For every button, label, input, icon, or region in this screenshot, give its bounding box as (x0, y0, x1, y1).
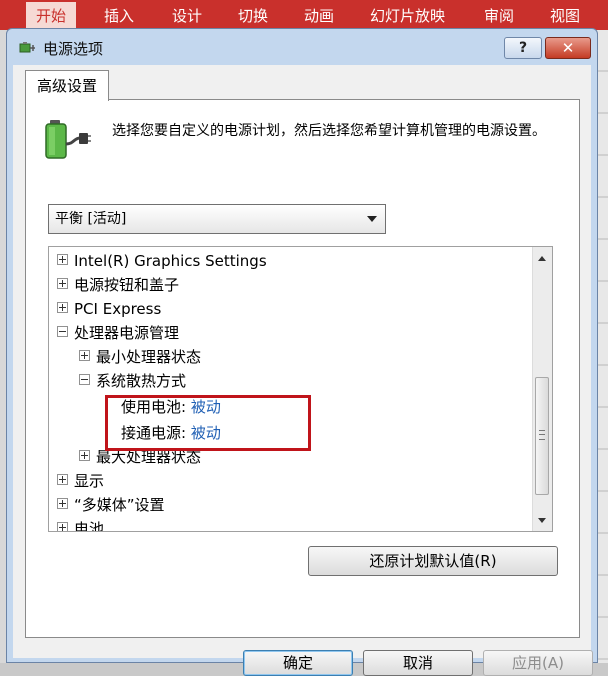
dialog-title: 电源选项 (43, 40, 104, 58)
grip-icon (539, 430, 545, 440)
dialog-body: 高级设置 选择您要自定义的电源计划，然后选择您希望计算机管理的电源设置。 平衡 … (13, 65, 593, 676)
expand-icon[interactable] (57, 522, 68, 531)
tree-item-battery[interactable]: 电池 (57, 517, 104, 531)
ribbon-tab-transitions[interactable]: 切换 (238, 5, 268, 26)
tree-item-graphics[interactable]: Intel(R) Graphics Settings (57, 249, 267, 273)
collapse-icon[interactable] (57, 326, 68, 337)
scroll-down-icon[interactable] (538, 518, 546, 523)
expand-icon[interactable] (57, 254, 68, 265)
tree-item-cooling-policy[interactable]: 系统散热方式 (79, 369, 186, 393)
help-button[interactable]: ? (504, 37, 542, 59)
title-bar[interactable]: 电源选项 ? ✕ (7, 29, 597, 65)
apply-button[interactable]: 应用(A) (483, 650, 593, 676)
tree-item-display[interactable]: 显示 (57, 469, 104, 493)
collapse-icon[interactable] (79, 374, 90, 385)
tree-scrollbar[interactable] (532, 247, 552, 531)
ribbon-tab-slideshow[interactable]: 幻灯片放映 (370, 5, 445, 26)
close-icon: ✕ (561, 39, 575, 57)
ribbon-tab-animations[interactable]: 动画 (304, 5, 334, 26)
chevron-down-icon (367, 216, 377, 222)
power-plan-value: 平衡 [活动] (55, 211, 127, 227)
tree-item-power-buttons[interactable]: 电源按钮和盖子 (57, 273, 179, 297)
ribbon-tab-design[interactable]: 设计 (172, 5, 202, 26)
description-text: 选择您要自定义的电源计划，然后选择您希望计算机管理的电源设置。 (112, 123, 546, 139)
ribbon-bar: 开始 插入 设计 切换 动画 幻灯片放映 审阅 视图 (0, 0, 608, 30)
scroll-up-icon[interactable] (538, 256, 546, 261)
power-settings-tree[interactable]: Intel(R) Graphics Settings 电源按钮和盖子 PCI E… (48, 246, 553, 532)
close-button[interactable]: ✕ (545, 37, 591, 59)
expand-icon[interactable] (57, 302, 68, 313)
ribbon-tab-view[interactable]: 视图 (550, 5, 580, 26)
restore-defaults-button[interactable]: 还原计划默认值(R) (308, 546, 558, 576)
power-options-dialog: 电源选项 ? ✕ 高级设置 选择您要自定义的电源计划，然后选择您希望计算机管理的… (6, 28, 598, 676)
annotation-highlight-box (105, 395, 311, 451)
cancel-button[interactable]: 取消 (363, 650, 473, 676)
expand-icon[interactable] (57, 278, 68, 289)
tree-item-multimedia[interactable]: “多媒体”设置 (57, 493, 165, 517)
expand-icon[interactable] (79, 450, 90, 461)
ribbon-tab-review[interactable]: 审阅 (484, 5, 514, 26)
power-options-icon (19, 42, 35, 53)
expand-icon[interactable] (57, 498, 68, 509)
scroll-thumb[interactable] (535, 377, 549, 495)
power-plan-select[interactable]: 平衡 [活动] (48, 204, 386, 234)
tree-item-processor-power[interactable]: 处理器电源管理 (57, 321, 179, 345)
expand-icon[interactable] (79, 350, 90, 361)
expand-icon[interactable] (57, 474, 68, 485)
ribbon-tab-insert[interactable]: 插入 (104, 5, 134, 26)
tree-item-min-processor[interactable]: 最小处理器状态 (79, 345, 201, 369)
tab-advanced-settings[interactable]: 高级设置 (25, 70, 109, 101)
ok-button[interactable]: 确定 (243, 650, 353, 676)
battery-plug-icon (45, 120, 91, 159)
tree-item-pci-express[interactable]: PCI Express (57, 297, 161, 321)
ribbon-tab-home[interactable]: 开始 (26, 2, 77, 30)
advanced-settings-panel: 选择您要自定义的电源计划，然后选择您希望计算机管理的电源设置。 平衡 [活动] … (25, 99, 580, 638)
